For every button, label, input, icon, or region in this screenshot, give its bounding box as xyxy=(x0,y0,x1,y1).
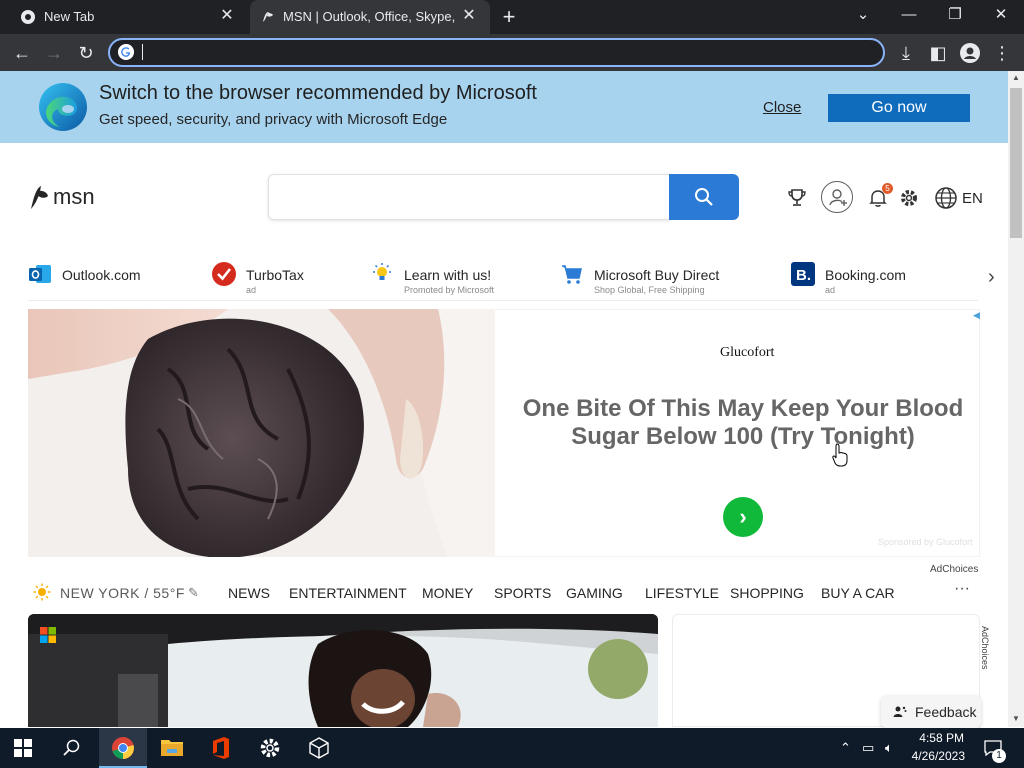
weather-location[interactable]: NEW YORK / 55°F xyxy=(60,585,185,601)
trophy-icon[interactable] xyxy=(785,186,809,210)
msn-butterfly-icon xyxy=(263,12,273,22)
minimize-icon[interactable]: — xyxy=(886,0,932,30)
clock-time[interactable]: 4:58 PM xyxy=(916,731,964,745)
scrollbar-thumb[interactable] xyxy=(1010,88,1022,238)
user-add-icon xyxy=(829,189,847,206)
chevron-right-icon[interactable]: › xyxy=(988,266,1006,288)
nav-money[interactable]: MONEY xyxy=(422,585,473,601)
window-close-icon[interactable]: ✕ xyxy=(978,0,1024,30)
banner-subtitle: Get speed, security, and privacy with Mi… xyxy=(99,111,448,128)
volume-icon[interactable]: 🔈︎ xyxy=(885,740,893,756)
booking-icon: B. xyxy=(791,262,815,286)
nav-lifestyle[interactable]: LIFESTYLE xyxy=(645,585,719,601)
divider xyxy=(28,300,978,301)
search-button[interactable] xyxy=(669,174,739,220)
gear-icon[interactable] xyxy=(897,186,921,210)
edit-pencil-icon[interactable]: ✎ xyxy=(188,585,202,600)
nav-entertainment[interactable]: ENTERTAINMENT xyxy=(289,585,407,601)
news-card-image[interactable] xyxy=(28,614,658,727)
feedback-button[interactable]: Feedback xyxy=(881,696,981,728)
banner-title: Switch to the browser recommended by Mic… xyxy=(99,82,537,104)
ad-image xyxy=(28,309,495,557)
quick-link-sub: Shop Global, Free Shipping xyxy=(594,285,705,295)
language-selector[interactable]: EN xyxy=(962,190,983,207)
quick-link-label: Outlook.com xyxy=(62,267,141,283)
quick-link-sub: Promoted by Microsoft xyxy=(404,285,495,295)
close-tab-icon[interactable]: ✕ xyxy=(460,7,478,25)
more-icon[interactable]: ··· xyxy=(954,580,970,598)
go-now-button[interactable]: Go now xyxy=(828,94,970,122)
nav-news[interactable]: NEWS xyxy=(228,585,270,601)
banner-close-link[interactable]: Close xyxy=(763,99,801,116)
office-icon[interactable] xyxy=(211,737,231,759)
adchoices-vertical[interactable]: AdChoices xyxy=(976,626,990,696)
edge-logo-icon xyxy=(39,83,87,131)
reload-icon[interactable]: ↻ xyxy=(75,42,97,64)
3d-cube-icon[interactable] xyxy=(308,737,330,759)
clock-date[interactable]: 4/26/2023 xyxy=(905,749,965,763)
tab-search-icon[interactable]: ⌄ xyxy=(840,0,886,30)
feedback-icon xyxy=(893,706,907,717)
feedback-label: Feedback xyxy=(915,704,977,720)
nav-sports[interactable]: SPORTS xyxy=(494,585,551,601)
turbotax-check-icon xyxy=(212,262,236,286)
quick-link-label: TurboTax xyxy=(246,267,304,283)
nav-buy-a-car[interactable]: BUY A CAR xyxy=(821,585,895,601)
side-panel-icon[interactable]: ◧ xyxy=(927,42,949,64)
file-explorer-icon[interactable] xyxy=(161,737,183,757)
quick-link-label: Booking.com xyxy=(825,267,906,283)
tab-new-tab[interactable]: New Tab ✕ xyxy=(0,0,248,34)
sign-in-avatar[interactable] xyxy=(821,181,853,213)
chrome-icon xyxy=(21,10,35,24)
address-bar[interactable] xyxy=(108,38,885,67)
quick-link-label: Microsoft Buy Direct xyxy=(594,267,720,283)
settings-gear-icon[interactable] xyxy=(259,737,281,759)
quick-link-sub: ad xyxy=(825,285,836,295)
nav-gaming[interactable]: GAMING xyxy=(566,585,623,601)
quick-link-label: Learn with us! xyxy=(404,267,492,283)
menu-icon[interactable]: ⋮ xyxy=(991,42,1013,64)
search-icon xyxy=(695,188,713,206)
ad-headline[interactable]: One Bite Of This May Keep Your Blood Sug… xyxy=(505,395,981,451)
nav-shopping[interactable]: SHOPPING xyxy=(730,585,804,601)
scroll-down-icon[interactable]: ▼ xyxy=(1008,712,1024,726)
outlook-icon xyxy=(29,265,51,283)
lightbulb-icon xyxy=(373,263,391,280)
hand-cursor-icon xyxy=(832,443,848,467)
tab-msn[interactable]: MSN | Outlook, Office, Skype, Bing ✕ xyxy=(250,0,490,34)
scroll-up-icon[interactable]: ▲ xyxy=(1008,71,1024,85)
google-icon xyxy=(118,44,134,60)
restore-icon[interactable]: ❐ xyxy=(932,0,978,30)
chrome-icon xyxy=(112,737,134,759)
adchoices-icon[interactable]: ◀ xyxy=(973,310,981,320)
back-icon[interactable]: ← xyxy=(11,42,33,64)
ad-brand: Glucofort xyxy=(720,345,775,360)
notification-count-badge: 1 xyxy=(992,749,1006,763)
profile-icon[interactable] xyxy=(959,42,981,64)
notification-badge: 5 xyxy=(882,183,893,194)
new-tab-icon[interactable]: + xyxy=(498,6,520,28)
tab-label: New Tab xyxy=(44,9,95,24)
tray-chevron-icon[interactable]: ⌃ xyxy=(840,740,851,756)
download-icon[interactable]: ⤓ xyxy=(895,42,917,64)
microsoft-logo-icon xyxy=(40,627,56,643)
network-icon[interactable]: ▭ xyxy=(862,740,874,756)
windows-start-icon[interactable] xyxy=(14,739,32,757)
adchoices-link[interactable]: AdChoices xyxy=(930,564,978,575)
search-input[interactable] xyxy=(268,174,670,220)
sun-icon xyxy=(33,583,51,601)
forward-icon[interactable]: → xyxy=(43,42,65,64)
shopping-cart-icon xyxy=(562,265,582,284)
close-tab-icon[interactable]: ✕ xyxy=(218,7,236,25)
msn-logo-text[interactable]: msn xyxy=(53,184,95,210)
search-icon[interactable] xyxy=(63,739,81,757)
svg-text:B.: B. xyxy=(796,267,811,284)
text-caret xyxy=(142,44,143,60)
globe-icon[interactable] xyxy=(934,186,958,210)
tab-label: MSN | Outlook, Office, Skype, Bing xyxy=(283,9,455,24)
ad-sponsored-text: Sponsored by Glucofort xyxy=(878,537,973,547)
quick-link-sub: ad xyxy=(246,285,257,295)
ad-arrow-button[interactable]: › xyxy=(723,497,763,537)
